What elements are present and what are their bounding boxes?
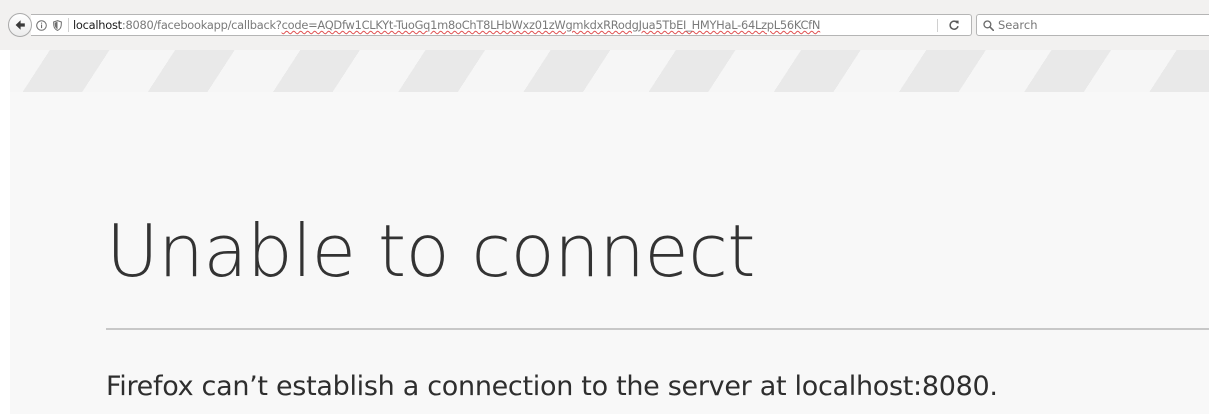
reload-icon: [949, 20, 959, 30]
title-divider: [106, 328, 1209, 330]
search-icon: [983, 19, 994, 31]
error-description: Firefox can’t establish a connection to …: [106, 371, 998, 402]
reload-button[interactable]: [943, 16, 965, 34]
error-page: Unable to connect Firefox can’t establis…: [10, 50, 1209, 414]
url-path: :8080/facebookapp/callback?: [121, 18, 282, 32]
url-separator: [68, 18, 69, 32]
shield-icon[interactable]: [52, 19, 62, 31]
url-text[interactable]: localhost:8080/facebookapp/callback?code…: [73, 15, 901, 35]
back-button[interactable]: [8, 13, 32, 37]
search-bar[interactable]: Search: [976, 14, 1209, 36]
info-icon[interactable]: [35, 19, 47, 31]
search-input[interactable]: Search: [998, 15, 1038, 35]
error-title: Unable to connect: [106, 209, 756, 293]
reload-separator: [937, 19, 938, 32]
url-query-code: code=AQDfw1CLKYt-TuoGq1m8oChT8LHbWxz01zW…: [281, 18, 821, 32]
browser-toolbar: localhost:8080/facebookapp/callback?code…: [0, 0, 1209, 50]
back-arrow-icon: [15, 20, 25, 30]
warning-stripes: [10, 50, 1209, 92]
url-bar[interactable]: localhost:8080/facebookapp/callback?code…: [31, 14, 972, 36]
url-host: localhost: [73, 18, 122, 32]
